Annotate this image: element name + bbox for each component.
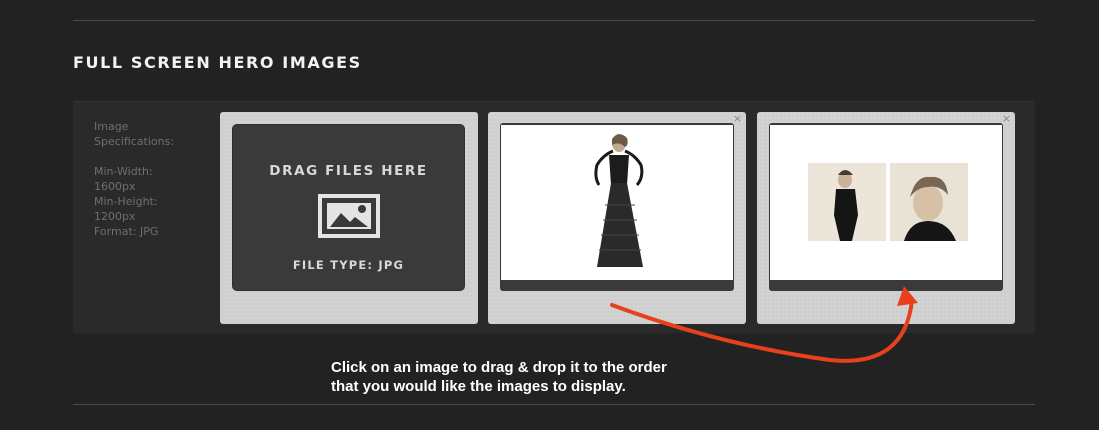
hero-image-card[interactable]: × bbox=[757, 112, 1015, 324]
hero-image-thumbnail[interactable] bbox=[770, 125, 1002, 280]
spec-line: Format: JPG bbox=[94, 225, 159, 238]
dropzone-title: DRAG FILES HERE bbox=[269, 163, 428, 179]
thumb-frame bbox=[500, 123, 734, 291]
spec-line: Image bbox=[94, 120, 129, 133]
instructions-text: Click on an image to drag & drop it to t… bbox=[331, 358, 791, 396]
dropzone-card[interactable]: DRAG FILES HERE FILE TYPE: JPG bbox=[220, 112, 478, 324]
spec-line: 1600px bbox=[94, 180, 136, 193]
remove-image-button[interactable]: × bbox=[733, 113, 742, 125]
remove-image-button[interactable]: × bbox=[1002, 113, 1011, 125]
spec-line: Min-Height: bbox=[94, 195, 158, 208]
spec-line: Specifications: bbox=[94, 135, 175, 148]
instructions-line: Click on an image to drag & drop it to t… bbox=[331, 359, 667, 376]
spec-line: 1200px bbox=[94, 210, 136, 223]
image-icon bbox=[317, 193, 381, 243]
spec-line: Min-Width: bbox=[94, 165, 153, 178]
image-specifications: Image Specifications: Min-Width: 1600px … bbox=[94, 119, 214, 239]
hero-image-thumbnail[interactable] bbox=[501, 125, 733, 280]
file-dropzone[interactable]: DRAG FILES HERE FILE TYPE: JPG bbox=[232, 124, 465, 291]
hero-image-card[interactable]: × bbox=[488, 112, 746, 324]
thumb-frame bbox=[769, 123, 1003, 291]
top-divider bbox=[73, 20, 1035, 21]
section-title: FULL SCREEN HERO IMAGES bbox=[73, 53, 362, 72]
bottom-divider bbox=[73, 404, 1035, 405]
instructions-line: that you would like the images to displa… bbox=[331, 378, 626, 395]
dropzone-file-type: FILE TYPE: JPG bbox=[292, 258, 405, 272]
